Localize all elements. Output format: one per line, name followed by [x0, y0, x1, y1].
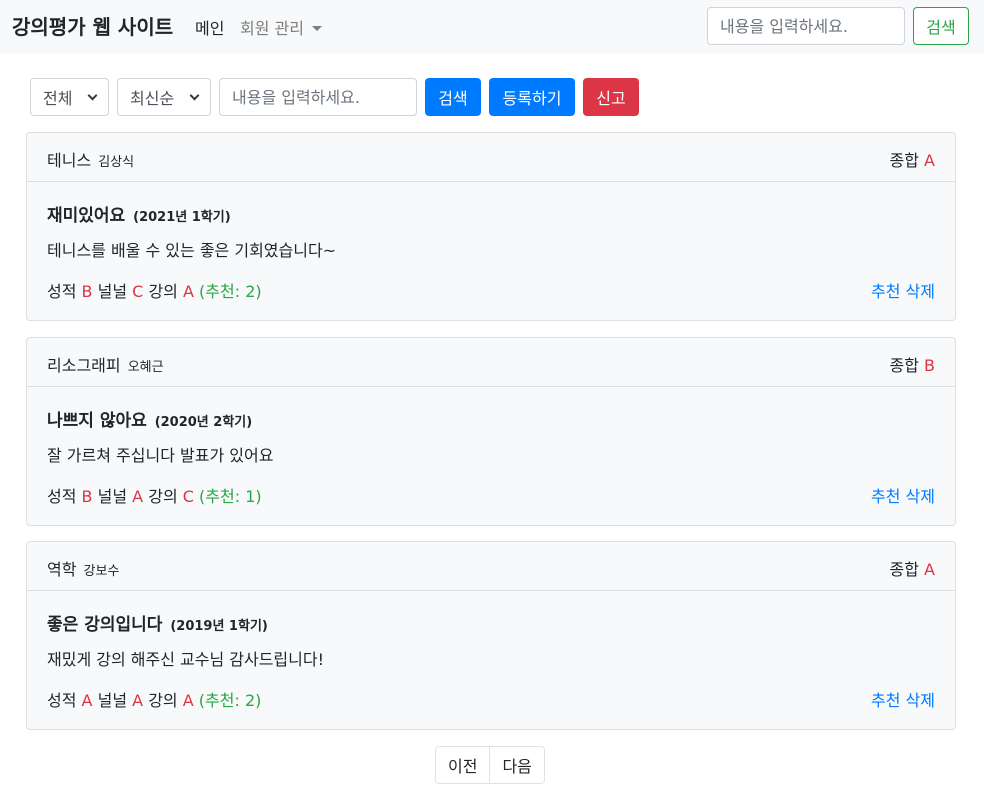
sort-select-value: 최신순 — [130, 89, 175, 108]
review-actions: 추천 삭제 — [871, 687, 935, 711]
like-count: (추천: 2) — [198, 691, 262, 710]
nav-dropdown-member[interactable]: 회원 관리 — [240, 15, 322, 39]
review-card: 리소그래피 오혜근 종합 B 나쁘지 않아요 (2020년 2학기) 잘 가르쳐… — [26, 337, 956, 526]
review-grades: 성적 B 널널 C 강의 A (추천: 2) — [47, 282, 262, 301]
overall-grade: A — [924, 560, 935, 579]
overall-grade: A — [924, 151, 935, 170]
like-link[interactable]: 추천 — [871, 691, 900, 710]
like-link[interactable]: 추천 — [871, 282, 900, 301]
semester: (2020년 2학기) — [154, 415, 253, 430]
review-title: 좋은 강의입니다 (2019년 1학기) — [47, 615, 268, 635]
professor-name: 김상식 — [98, 155, 135, 170]
review-grades: 성적 A 널널 A 강의 A (추천: 2) — [47, 691, 262, 710]
professor-name: 강보수 — [83, 564, 120, 579]
overall-grade: B — [924, 356, 935, 375]
caret-down-icon — [311, 26, 322, 31]
delete-link[interactable]: 삭제 — [906, 282, 935, 301]
navbar: 강의평가 웹 사이트 메인 회원 관리 검색 — [0, 0, 984, 54]
review-card-header: 역학 강보수 종합 A — [27, 542, 955, 591]
like-count: (추천: 2) — [199, 282, 262, 301]
review-grades: 성적 B 널널 A 강의 C (추천: 1) — [47, 487, 262, 506]
review-card: 역학 강보수 종합 A 좋은 강의입니다 (2019년 1학기) 재밌게 강의 … — [26, 541, 956, 730]
lecture-name: 리소그래피 오혜근 — [47, 356, 164, 375]
division-select-value: 전체 — [43, 89, 73, 108]
search-input[interactable] — [219, 78, 417, 116]
review-title: 재미있어요 (2021년 1학기) — [47, 206, 231, 226]
site-brand[interactable]: 강의평가 웹 사이트 — [12, 11, 173, 40]
review-card: 테니스 김상식 종합 A 재미있어요 (2021년 1학기) 테니스를 배울 수… — [26, 132, 956, 321]
division-select[interactable]: 전체 — [30, 78, 109, 116]
register-button[interactable]: 등록하기 — [489, 78, 575, 116]
chevron-down-icon — [189, 90, 200, 100]
lecture-name: 테니스 김상식 — [47, 151, 135, 170]
delete-link[interactable]: 삭제 — [906, 487, 935, 506]
nav-search-button[interactable]: 검색 — [913, 7, 969, 45]
nav-dropdown-member-label: 회원 관리 — [240, 19, 304, 38]
nav-search-input[interactable] — [707, 7, 905, 45]
semester: (2019년 1학기) — [170, 619, 268, 634]
report-button[interactable]: 신고 — [583, 78, 639, 116]
chevron-down-icon — [87, 90, 98, 100]
overall-score: 종합 A — [889, 151, 936, 170]
like-link[interactable]: 추천 — [871, 487, 900, 506]
pagination: 이전 다음 — [435, 746, 545, 784]
review-content: 재밌게 강의 해주신 교수님 감사드립니다! — [47, 650, 324, 669]
like-count: (추천: 1) — [199, 487, 262, 506]
professor-name: 오혜근 — [127, 360, 164, 375]
nav-link-main[interactable]: 메인 — [195, 15, 224, 39]
review-actions: 추천 삭제 — [871, 278, 935, 302]
delete-link[interactable]: 삭제 — [906, 691, 935, 710]
review-card-header: 테니스 김상식 종합 A — [27, 133, 955, 182]
sort-select[interactable]: 최신순 — [117, 78, 211, 116]
overall-score: 종합 A — [889, 560, 936, 579]
overall-score: 종합 B — [889, 356, 935, 375]
prev-page-button[interactable]: 이전 — [436, 747, 489, 783]
next-page-button[interactable]: 다음 — [489, 747, 543, 783]
review-content: 테니스를 배울 수 있는 좋은 기회였습니다~ — [47, 241, 337, 260]
semester: (2021년 1학기) — [133, 210, 231, 225]
review-content: 잘 가르쳐 주십니다 발표가 있어요 — [47, 446, 274, 465]
review-card-header: 리소그래피 오혜근 종합 B — [27, 338, 955, 387]
lecture-name: 역학 강보수 — [47, 560, 120, 579]
search-button[interactable]: 검색 — [425, 78, 481, 116]
review-actions: 추천 삭제 — [871, 483, 935, 507]
review-title: 나쁘지 않아요 (2020년 2학기) — [47, 411, 253, 431]
